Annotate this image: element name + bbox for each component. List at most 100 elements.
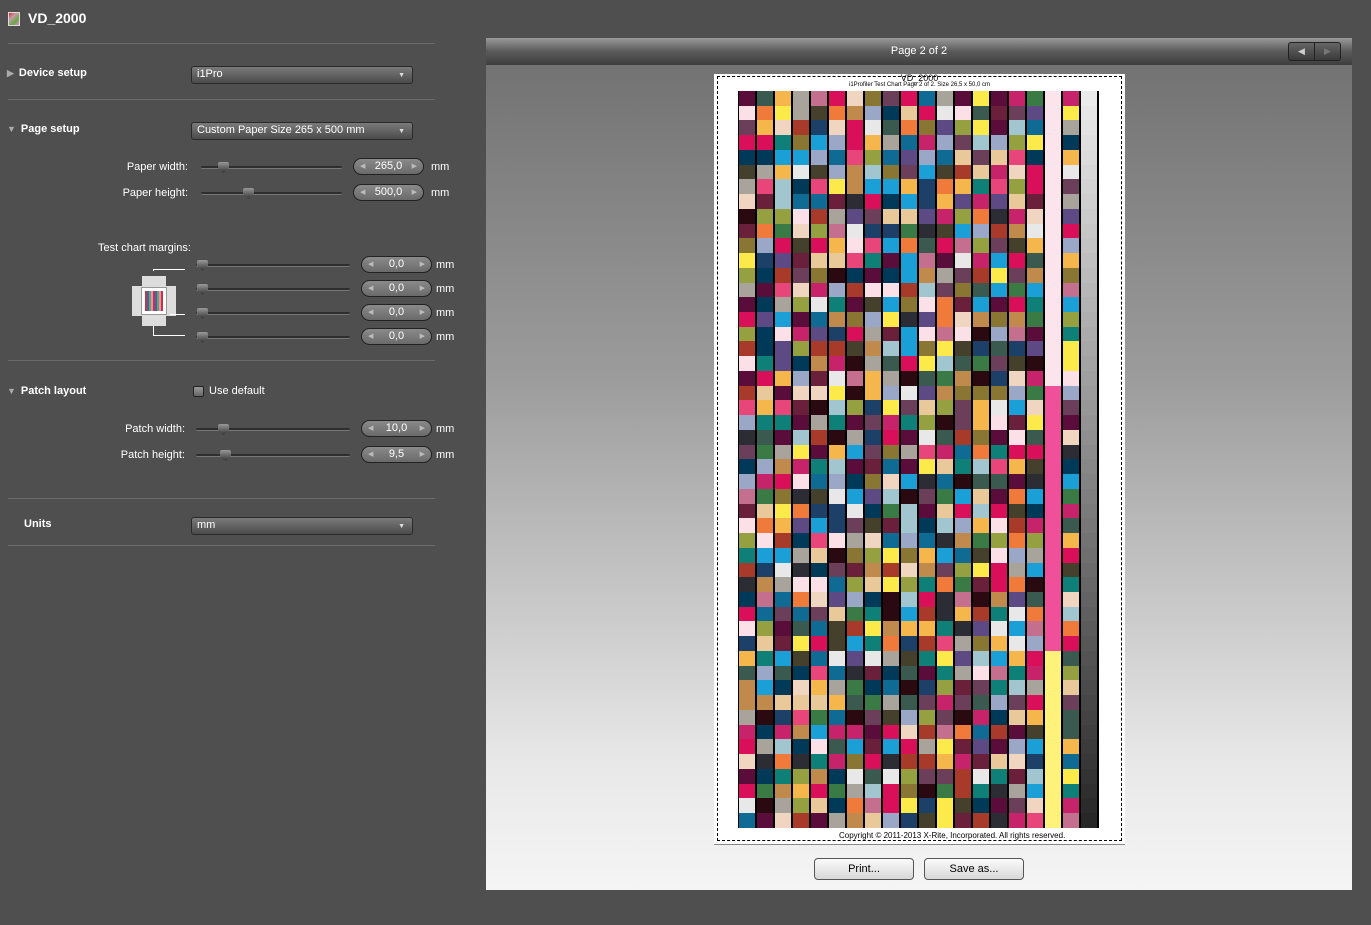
decrement-icon[interactable]: ◀ <box>368 281 373 296</box>
increment-icon[interactable]: ▶ <box>420 421 425 436</box>
color-patch <box>847 91 863 106</box>
next-page-button[interactable]: ▶ <box>1314 43 1340 60</box>
increment-icon[interactable]: ▶ <box>420 257 425 272</box>
decrement-icon[interactable]: ◀ <box>360 185 365 200</box>
color-patch <box>1027 547 1043 563</box>
device-dropdown[interactable]: i1Pro ▼ <box>191 66 413 84</box>
color-patch <box>991 297 1007 313</box>
patch-width-value: 10,0 <box>385 422 408 434</box>
color-patch <box>775 356 791 371</box>
color-patch <box>829 253 845 268</box>
patch-width-slider-thumb[interactable] <box>218 424 229 435</box>
increment-icon[interactable]: ▶ <box>420 329 425 344</box>
color-patch <box>829 149 845 165</box>
color-patch <box>811 297 827 313</box>
color-patch <box>775 562 791 578</box>
margin-stepper[interactable]: ◀ 0,0 ▶ <box>361 280 432 297</box>
paper-size-dropdown[interactable]: Custom Paper Size 265 x 500 mm ▼ <box>191 122 413 140</box>
color-patch <box>739 533 755 548</box>
decrement-icon[interactable]: ◀ <box>368 329 373 344</box>
color-patch <box>1081 488 1097 504</box>
color-patch <box>757 577 773 592</box>
patch-layout-toggle[interactable]: ▼ Patch layout <box>7 385 86 397</box>
color-patch <box>775 724 791 740</box>
color-patch <box>919 223 935 239</box>
margin-slider-thumb[interactable] <box>197 260 208 271</box>
device-setup-toggle[interactable]: ▶ Device setup <box>7 67 87 79</box>
margin-slider-thumb[interactable] <box>197 332 208 343</box>
color-patch <box>829 562 845 578</box>
units-dropdown[interactable]: mm ▼ <box>191 517 413 535</box>
color-patch <box>973 312 989 327</box>
color-patch <box>811 208 827 224</box>
margin-stepper[interactable]: ◀ 0,0 ▶ <box>361 304 432 321</box>
margin-slider-thumb[interactable] <box>197 284 208 295</box>
color-patch <box>739 164 755 180</box>
color-patch <box>865 267 881 283</box>
patch-width-stepper[interactable]: ◀ 10,0 ▶ <box>361 420 432 437</box>
margin-slider[interactable] <box>196 264 350 267</box>
color-patch <box>1045 223 1061 239</box>
color-patch <box>973 503 989 519</box>
paper-height-slider[interactable] <box>201 192 342 195</box>
save-as-button[interactable]: Save as... <box>924 858 1024 880</box>
color-patch <box>1027 179 1043 195</box>
use-default-checkbox[interactable] <box>193 386 204 397</box>
margin-slider[interactable] <box>196 288 350 291</box>
paper-width-stepper[interactable]: ◀ 265,0 ▶ <box>353 158 424 175</box>
color-patch <box>847 385 863 401</box>
increment-icon[interactable]: ▶ <box>412 159 417 174</box>
color-patch <box>793 253 809 268</box>
margin-stepper[interactable]: ◀ 0,0 ▶ <box>361 328 432 345</box>
color-patch <box>865 577 881 592</box>
decrement-icon[interactable]: ◀ <box>368 305 373 320</box>
color-patch <box>739 91 755 106</box>
increment-icon[interactable]: ▶ <box>420 281 425 296</box>
color-patch <box>775 518 791 534</box>
color-patch <box>811 356 827 371</box>
color-patch <box>937 739 953 755</box>
color-patch <box>865 488 881 504</box>
print-button[interactable]: Print... <box>814 858 914 880</box>
decrement-icon[interactable]: ◀ <box>360 159 365 174</box>
color-patch <box>1081 326 1097 342</box>
color-patch <box>793 754 809 769</box>
patch-height-slider-thumb[interactable] <box>220 450 231 461</box>
color-patch <box>973 385 989 401</box>
increment-icon[interactable]: ▶ <box>420 305 425 320</box>
color-patch <box>1009 444 1025 460</box>
color-patch <box>1009 238 1025 254</box>
color-patch <box>919 695 935 710</box>
color-patch <box>1081 577 1097 592</box>
patch-height-slider[interactable] <box>196 454 350 457</box>
divider <box>8 360 435 361</box>
margin-slider-thumb[interactable] <box>197 308 208 319</box>
margin-stepper[interactable]: ◀ 0,0 ▶ <box>361 256 432 273</box>
color-patch <box>1063 739 1079 755</box>
color-patch <box>775 312 791 327</box>
increment-icon[interactable]: ▶ <box>420 447 425 462</box>
color-patch <box>883 444 899 460</box>
color-patch <box>973 429 989 445</box>
paper-height-stepper[interactable]: ◀ 500,0 ▶ <box>353 184 424 201</box>
color-patch <box>1045 724 1061 740</box>
color-patch <box>1009 547 1025 563</box>
color-patch <box>1009 577 1025 592</box>
color-patch <box>739 238 755 254</box>
margin-slider[interactable] <box>196 312 350 315</box>
paper-width-slider-thumb[interactable] <box>218 162 229 173</box>
color-patch <box>1081 135 1097 150</box>
decrement-icon[interactable]: ◀ <box>368 257 373 272</box>
decrement-icon[interactable]: ◀ <box>368 447 373 462</box>
margin-slider[interactable] <box>196 336 350 339</box>
color-patch <box>1009 164 1025 180</box>
prev-page-button[interactable]: ◀ <box>1289 43 1314 60</box>
patch-height-stepper[interactable]: ◀ 9,5 ▶ <box>361 446 432 463</box>
color-patch <box>1045 783 1061 799</box>
paper-height-slider-thumb[interactable] <box>243 188 254 199</box>
color-patch <box>955 120 971 136</box>
page-setup-toggle[interactable]: ▼ Page setup <box>7 123 80 135</box>
increment-icon[interactable]: ▶ <box>412 185 417 200</box>
color-patch <box>793 606 809 622</box>
decrement-icon[interactable]: ◀ <box>368 421 373 436</box>
